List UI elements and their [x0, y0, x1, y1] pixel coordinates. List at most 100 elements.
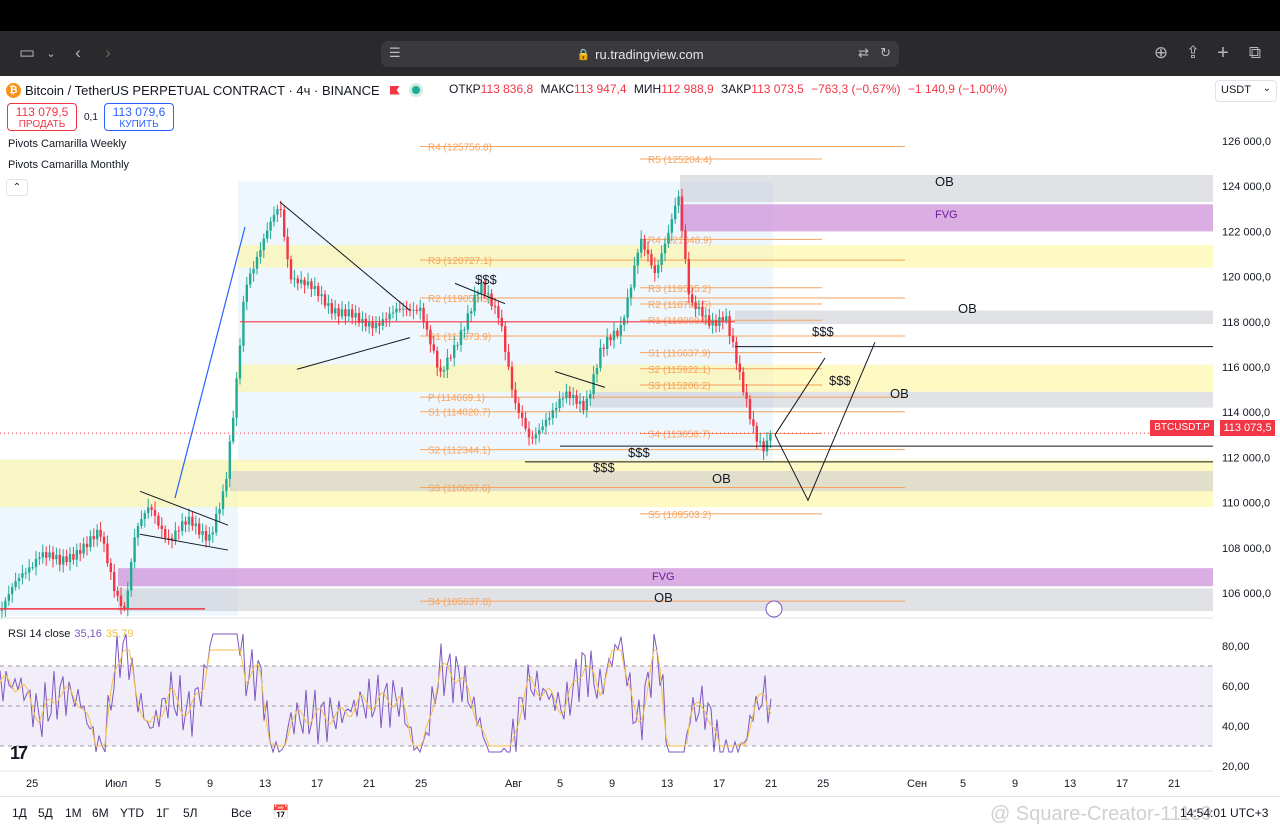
- candle-body: [306, 281, 310, 286]
- candle-body: [106, 543, 109, 564]
- open-value: 113 836,8: [480, 82, 534, 96]
- reload-icon[interactable]: ↻: [880, 45, 891, 61]
- candle-body: [708, 315, 711, 326]
- candle-body: [238, 345, 242, 379]
- candle-body: [235, 378, 238, 418]
- time-axis-label: Авг: [505, 778, 522, 790]
- candle-body: [34, 558, 38, 568]
- candle-body: [507, 351, 510, 367]
- high-label: МАКС: [540, 82, 575, 96]
- candle-body: [687, 259, 690, 295]
- calendar-icon[interactable]: 📅: [272, 804, 289, 821]
- candle-body: [595, 367, 599, 375]
- candle-body: [65, 556, 68, 563]
- currency-select[interactable]: USDT ⌄: [1215, 80, 1277, 102]
- candle-body: [415, 309, 418, 312]
- candle-body: [551, 410, 554, 418]
- candle-body: [636, 252, 639, 266]
- candle-body: [289, 259, 293, 280]
- range-all[interactable]: Все: [231, 806, 252, 820]
- candle-body: [24, 572, 27, 574]
- candle-body: [487, 293, 490, 295]
- range-1m[interactable]: 1М: [65, 806, 82, 820]
- candle-body: [123, 606, 126, 609]
- candle-body: [548, 417, 551, 420]
- translate-icon[interactable]: ⇄: [858, 45, 869, 61]
- candle-body: [442, 369, 446, 372]
- candle-body: [347, 309, 350, 317]
- candle-body: [327, 303, 330, 306]
- sidebar-icon[interactable]: ▭: [14, 39, 40, 67]
- candle-body: [558, 398, 561, 408]
- forward-icon[interactable]: ›: [95, 39, 121, 67]
- rsi-axis-label: 60,00: [1222, 681, 1250, 693]
- candle-body: [41, 552, 44, 558]
- candle-body: [113, 572, 116, 591]
- candle-body: [252, 268, 255, 274]
- candle-body: [575, 395, 578, 405]
- candle-body: [691, 294, 694, 303]
- address-bar[interactable]: ☰ 🔒 ru.tradingview.com ⇄ ↻: [381, 41, 899, 67]
- candle-body: [585, 398, 588, 411]
- collapse-indicators-button[interactable]: ⌃: [6, 179, 28, 196]
- range-6m[interactable]: 6М: [92, 806, 109, 820]
- buy-button[interactable]: 113 079,6 КУПИТЬ: [104, 103, 174, 131]
- chevron-down-icon[interactable]: ⌄: [38, 39, 64, 67]
- share-icon[interactable]: ⇪: [1180, 39, 1206, 67]
- symbol-title[interactable]: Bitcoin / TetherUS PERPETUAL CONTRACT · …: [25, 83, 380, 98]
- candle-body: [711, 320, 714, 326]
- candle-body: [92, 536, 95, 540]
- indicator-pivots-weekly[interactable]: Pivots Camarilla Weekly: [8, 138, 126, 150]
- range-5d[interactable]: 5Д: [38, 806, 53, 820]
- chart-canvas[interactable]: R4 (125756.8)R3 (120727.1)R2 (119050.5)R…: [0, 76, 1280, 796]
- range-1y[interactable]: 1Г: [156, 806, 169, 820]
- candle-body: [102, 536, 106, 544]
- candle-body: [449, 357, 452, 359]
- status-bar: [0, 0, 1280, 31]
- time-axis-label: 21: [363, 778, 375, 790]
- candle-body: [51, 552, 55, 560]
- clock[interactable]: 14:54:01 UTC+3: [1180, 806, 1268, 820]
- candle-body: [283, 209, 286, 237]
- candle-body: [116, 590, 119, 596]
- rsi-legend[interactable]: RSI 14 close 35,16 35,79: [8, 628, 133, 640]
- flag-icon[interactable]: [389, 85, 400, 95]
- range-ytd[interactable]: YTD: [120, 806, 144, 820]
- sell-button[interactable]: 113 079,5 ПРОДАТЬ: [7, 103, 77, 131]
- candle-body: [208, 534, 211, 541]
- tabs-overview-icon[interactable]: ⧉: [1242, 39, 1268, 67]
- candle-body: [130, 562, 133, 591]
- candle-body: [75, 550, 78, 560]
- back-icon[interactable]: ‹: [65, 39, 91, 67]
- candle-body: [490, 293, 493, 307]
- tradingview-chart: R4 (125756.8) R3 (120727.1) R2 (119050.5) R…: [0, 76, 1280, 831]
- indicator-pivots-monthly[interactable]: Pivots Camarilla Monthly: [8, 159, 129, 171]
- candle-body: [398, 308, 401, 310]
- close-value: 113 073,5: [751, 82, 804, 96]
- candle-body: [640, 238, 643, 253]
- candle-body: [738, 363, 741, 372]
- candle-body: [317, 285, 320, 297]
- candle-body: [616, 330, 619, 336]
- pivot-monthly-label: S4 (113058.7): [648, 429, 711, 440]
- candle-body: [541, 426, 544, 431]
- range-1d[interactable]: 1Д: [12, 806, 27, 820]
- liquidity-label: $$$: [593, 460, 615, 475]
- download-icon[interactable]: ⊕: [1148, 39, 1174, 67]
- candle-body: [354, 312, 357, 318]
- symbol-legend: ₿ Bitcoin / TetherUS PERPETUAL CONTRACT …: [6, 81, 430, 99]
- candle-body: [493, 306, 497, 308]
- tradingview-logo[interactable]: 17: [10, 743, 28, 764]
- fvg-label: FVG: [652, 571, 675, 583]
- candle-body: [769, 433, 772, 441]
- candle-body: [293, 278, 296, 280]
- candle-body: [266, 230, 269, 239]
- time-axis-label: 17: [1116, 778, 1128, 790]
- pivot-weekly-label: R4 (125756.8): [428, 142, 492, 153]
- page-menu-icon[interactable]: ☰: [389, 45, 401, 61]
- watermark: @ Square-Creator-111c9: [990, 803, 1212, 825]
- range-5y[interactable]: 5Л: [183, 806, 198, 820]
- new-tab-icon[interactable]: +: [1210, 39, 1236, 67]
- candle-body: [385, 319, 388, 321]
- candle-body: [473, 294, 476, 312]
